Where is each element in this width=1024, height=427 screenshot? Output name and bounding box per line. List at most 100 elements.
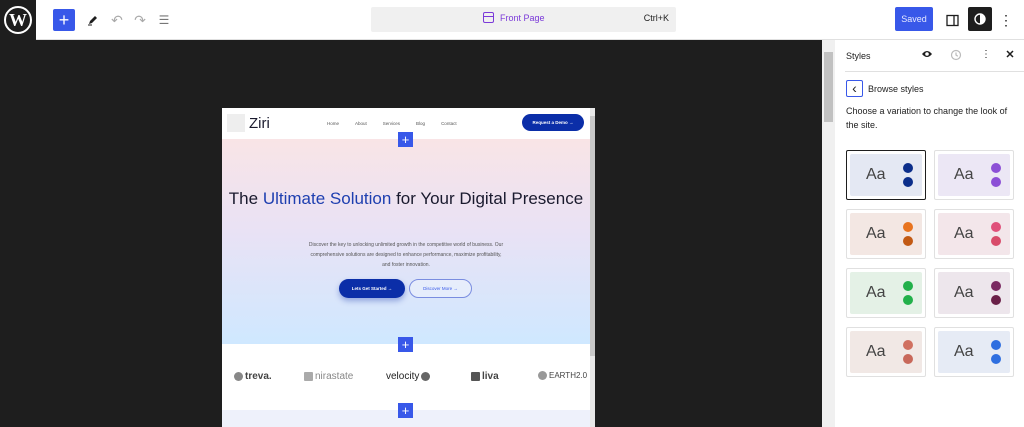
style-variation-4[interactable]: Aa (934, 209, 1014, 259)
style-book-button[interactable] (921, 49, 933, 62)
primary-color-swatch (903, 340, 913, 350)
page-layout-icon (483, 12, 494, 23)
document-overview-button[interactable]: ☰ (157, 8, 171, 32)
hero-description[interactable]: Discover the key to unlocking unlimited … (306, 240, 506, 270)
style-variation-preview: Aa (850, 272, 922, 314)
style-variation-3[interactable]: Aa (846, 209, 926, 259)
shortcut-hint: Ctrl+K (643, 13, 669, 23)
treva-icon (234, 372, 243, 381)
secondary-color-swatch (903, 177, 913, 187)
hero-headline[interactable]: The Ultimate Solution for Your Digital P… (222, 187, 590, 210)
request-demo-button[interactable]: Request a Demo → (522, 114, 584, 131)
style-variation-preview: Aa (850, 331, 922, 373)
wordpress-logo-button[interactable]: W (0, 0, 36, 40)
style-variation-2[interactable]: Aa (934, 150, 1014, 200)
primary-color-swatch (991, 222, 1001, 232)
primary-color-swatch (991, 281, 1001, 291)
secondary-color-swatch (903, 354, 913, 364)
client-logos-section: treva. nirastate velocity liva EARTH2.0 (222, 344, 590, 410)
save-button[interactable]: Saved (895, 7, 933, 31)
liva-icon (471, 372, 480, 381)
styles-panel-title: Styles (846, 51, 871, 61)
primary-color-swatch (903, 163, 913, 173)
site-navigation: Home About Services Blog Contact (327, 121, 457, 126)
discover-more-button[interactable]: Discover More → (409, 279, 472, 298)
nav-blog[interactable]: Blog (416, 121, 425, 126)
history-icon (950, 49, 962, 61)
logo-velocity-text: velocity (386, 371, 420, 382)
more-options-button[interactable]: ⋮ (980, 49, 992, 60)
revisions-button[interactable] (950, 49, 962, 64)
styles-button[interactable] (968, 7, 992, 31)
nav-about[interactable]: About (355, 121, 367, 126)
settings-sidebar-toggle[interactable] (944, 8, 960, 32)
hero-section: The Ultimate Solution for Your Digital P… (222, 139, 590, 344)
primary-color-swatch (903, 222, 913, 232)
document-title-label: Front Page (500, 12, 545, 23)
secondary-color-swatch (903, 295, 913, 305)
wordpress-logo-icon: W (4, 6, 32, 34)
velocity-icon (421, 372, 431, 381)
nav-services[interactable]: Services (383, 121, 400, 126)
style-variation-5[interactable]: Aa (846, 268, 926, 318)
pen-icon (88, 16, 97, 26)
block-inserter-button[interactable]: + (398, 337, 413, 352)
get-started-button[interactable]: Lets Get Started → (339, 279, 405, 298)
redo-button[interactable]: ↷ (133, 8, 147, 32)
primary-color-swatch (991, 163, 1001, 173)
style-variation-preview: Aa (938, 154, 1010, 196)
logo-nirastate: nirastate (304, 371, 353, 382)
logo-liva: liva (471, 371, 499, 382)
sidebar-scrollbar-thumb[interactable] (824, 52, 833, 122)
logo-liva-text: liva (482, 371, 499, 382)
logo-treva-text: treva. (245, 371, 272, 382)
style-variation-7[interactable]: Aa (846, 327, 926, 377)
style-variation-sample-text: Aa (954, 166, 974, 183)
secondary-color-swatch (991, 236, 1001, 246)
secondary-color-swatch (991, 354, 1001, 364)
tools-button[interactable] (86, 8, 100, 32)
preview-scrollbar-thumb[interactable] (590, 116, 595, 356)
site-preview-frame[interactable]: Ziri Home About Services Blog Contact Re… (222, 108, 595, 427)
logo-nirastate-text: nirastate (315, 371, 354, 382)
browse-styles-heading: Browse styles (868, 84, 924, 94)
add-block-button[interactable]: + (53, 9, 75, 31)
eye-icon (922, 51, 932, 57)
style-variation-preview: Aa (938, 213, 1010, 255)
close-panel-button[interactable] (1004, 49, 1016, 62)
primary-color-swatch (903, 281, 913, 291)
sidebar-scrollbar[interactable] (822, 40, 835, 427)
logo-treva: treva. (234, 371, 272, 382)
style-variation-sample-text: Aa (866, 225, 886, 242)
secondary-color-swatch (991, 177, 1001, 187)
back-button[interactable]: ‹ (846, 80, 863, 97)
secondary-color-swatch (991, 295, 1001, 305)
earth-icon (538, 371, 547, 380)
site-logo-image (227, 114, 245, 132)
secondary-color-swatch (903, 236, 913, 246)
style-variation-preview: Aa (938, 331, 1010, 373)
logo-earth: EARTH2.0 (538, 371, 587, 380)
command-palette-bar[interactable]: Front Page Ctrl+K (371, 7, 676, 32)
block-inserter-button[interactable]: + (398, 132, 413, 147)
nav-home[interactable]: Home (327, 121, 339, 126)
nav-contact[interactable]: Contact (441, 121, 457, 126)
styles-panel-header: Styles ⋮ (845, 40, 1024, 72)
close-icon (1006, 50, 1014, 58)
preview-scrollbar[interactable] (590, 108, 595, 427)
style-variation-sample-text: Aa (954, 343, 974, 360)
style-variation-8[interactable]: Aa (934, 327, 1014, 377)
site-title[interactable]: Ziri (249, 115, 270, 132)
style-variation-sample-text: Aa (866, 343, 886, 360)
block-inserter-button[interactable]: + (398, 403, 413, 418)
editor-canvas: Ziri Home About Services Blog Contact Re… (0, 40, 822, 427)
primary-color-swatch (991, 340, 1001, 350)
style-variation-1[interactable]: Aa (846, 150, 926, 200)
browse-styles-description: Choose a variation to change the look of… (846, 106, 1008, 130)
style-variation-preview: Aa (850, 154, 922, 196)
undo-button[interactable]: ↶ (110, 8, 124, 32)
options-menu-button[interactable]: ⋮ (999, 8, 1013, 32)
style-variation-sample-text: Aa (954, 284, 974, 301)
style-variation-6[interactable]: Aa (934, 268, 1014, 318)
style-variation-sample-text: Aa (954, 225, 974, 242)
